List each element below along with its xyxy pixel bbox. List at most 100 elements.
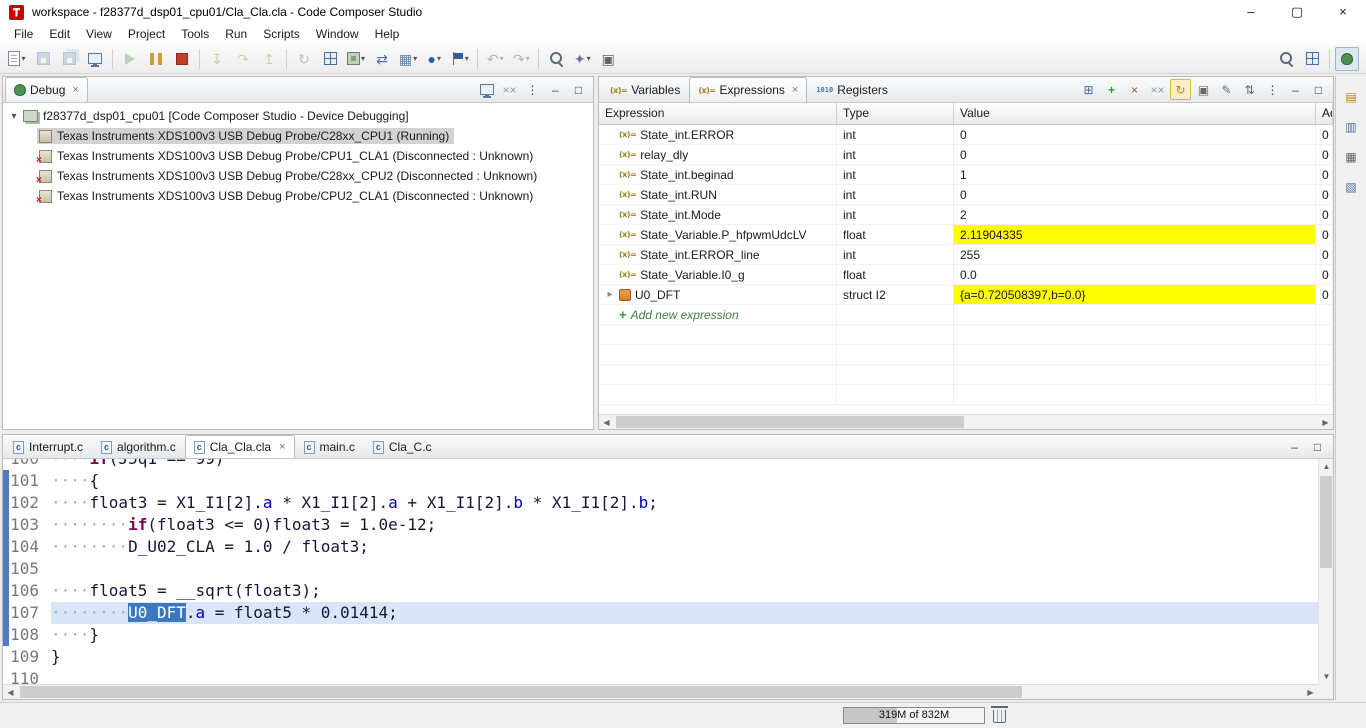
resume-button[interactable] xyxy=(118,47,142,71)
scroll-left-icon[interactable]: ◀ xyxy=(3,685,18,699)
menu-view[interactable]: View xyxy=(78,25,120,43)
code-line[interactable]: 104········D_U02_CLA = 1.0 / float3; xyxy=(3,536,1318,558)
scroll-thumb[interactable] xyxy=(1320,476,1332,568)
pin-button[interactable]: ✦▾ xyxy=(570,47,594,71)
garbage-collect-button[interactable] xyxy=(993,710,1006,723)
expression-row[interactable]: (x)=State_int.ERROR_lineint2550 xyxy=(599,245,1333,265)
window-minimize-button[interactable]: – xyxy=(1228,0,1274,24)
code-line[interactable]: 100····if(J5q1 == 99) xyxy=(3,459,1318,470)
tab-registers[interactable]: 1010Registers xyxy=(807,77,897,102)
maximize-button[interactable]: □ xyxy=(1307,436,1328,457)
connect-target-button[interactable]: ▾ xyxy=(344,47,368,71)
registers-button[interactable] xyxy=(318,47,342,71)
tab-expressions[interactable]: (x)=Expressions× xyxy=(689,77,807,102)
editor-vscrollbar[interactable]: ▲ ▼ xyxy=(1318,459,1333,684)
scroll-track[interactable] xyxy=(614,415,1318,429)
edit-watch-button[interactable]: ✎ xyxy=(1216,79,1237,100)
line-number[interactable]: 104 xyxy=(9,536,51,558)
view-menu-button[interactable]: ⋮ xyxy=(1262,79,1283,100)
debug-core-row[interactable]: Texas Instruments XDS100v3 USB Debug Pro… xyxy=(3,126,593,146)
line-number[interactable]: 109 xyxy=(9,646,51,668)
expression-row[interactable]: (x)=State_int.beginadint10 xyxy=(599,165,1333,185)
scroll-right-icon[interactable]: ▶ xyxy=(1303,685,1318,699)
line-number[interactable]: 102 xyxy=(9,492,51,514)
view-menu-button[interactable]: ⋮ xyxy=(522,79,543,100)
debug-session-row[interactable]: ▾f28377d_dsp01_cpu01 [Code Composer Stud… xyxy=(3,106,593,126)
expression-row[interactable]: ▸U0_DFTstruct I2{a=0.720508397,b=0.0}0 xyxy=(599,285,1333,305)
editor-tab-main-c[interactable]: cmain.c xyxy=(295,435,364,458)
column-header-expression[interactable]: Expression xyxy=(599,103,837,124)
close-icon[interactable]: × xyxy=(279,441,285,453)
refresh-target-button[interactable]: ⇄ xyxy=(370,47,394,71)
expander-icon[interactable]: ▾ xyxy=(7,111,21,122)
editor-tab-cla_cla-cla[interactable]: cCla_Cla.cla× xyxy=(185,435,295,458)
scroll-track[interactable] xyxy=(18,685,1303,699)
editor-tab-interrupt-c[interactable]: cInterrupt.c xyxy=(4,435,92,458)
new-button[interactable]: ▾ xyxy=(5,47,29,71)
pin-console-button[interactable] xyxy=(476,79,497,100)
maximize-button[interactable]: □ xyxy=(568,79,589,100)
undo-button[interactable]: ↶▾ xyxy=(483,47,507,71)
debug-perspective-button[interactable] xyxy=(1335,47,1359,71)
window-close-button[interactable]: × xyxy=(1320,0,1366,24)
menu-file[interactable]: File xyxy=(6,25,41,43)
code-line[interactable]: 105 xyxy=(3,558,1318,580)
open-perspective-button[interactable] xyxy=(1300,47,1324,71)
code-line[interactable]: 107········U0_DFT.a = float5 * 0.01414; xyxy=(3,602,1318,624)
scroll-thumb[interactable] xyxy=(616,416,964,428)
editor-tab-cla_c-c[interactable]: cCla_C.c xyxy=(364,435,441,458)
scroll-down-icon[interactable]: ▼ xyxy=(1319,669,1333,684)
code-lines[interactable]: 100····if(J5q1 == 99)101····{102····floa… xyxy=(3,459,1318,684)
save-all-button[interactable] xyxy=(57,47,81,71)
line-number[interactable]: 110 xyxy=(9,668,51,684)
minimized-view-4-button[interactable]: ▧ xyxy=(1341,176,1362,197)
close-icon[interactable]: × xyxy=(792,84,798,96)
menu-run[interactable]: Run xyxy=(217,25,255,43)
add-expression-row[interactable]: +Add new expression xyxy=(599,305,1333,325)
maximize-button[interactable]: □ xyxy=(1308,79,1329,100)
expander-icon[interactable]: ▸ xyxy=(605,289,615,300)
redo-button[interactable]: ↷▾ xyxy=(509,47,533,71)
import-export-button[interactable]: ⇅ xyxy=(1239,79,1260,100)
line-number[interactable]: 107 xyxy=(9,602,51,624)
minimize-button[interactable]: – xyxy=(1285,79,1306,100)
minimize-button[interactable]: – xyxy=(1284,436,1305,457)
remove-all-button[interactable]: ×× xyxy=(1147,79,1168,100)
debug-core-row[interactable]: ×Texas Instruments XDS100v3 USB Debug Pr… xyxy=(3,166,593,186)
close-icon[interactable]: × xyxy=(72,84,78,96)
code-line[interactable]: 109} xyxy=(3,646,1318,668)
refresh-button[interactable]: ↻ xyxy=(1170,79,1191,100)
menu-window[interactable]: Window xyxy=(308,25,367,43)
remove-all-terminated-button[interactable]: ×× xyxy=(499,79,520,100)
scroll-left-icon[interactable]: ◀ xyxy=(599,415,614,429)
step-over-button[interactable]: ↷ xyxy=(231,47,255,71)
expression-row[interactable]: (x)=State_Variable.P_hfpwmUdcLVfloat2.11… xyxy=(599,225,1333,245)
editor-hscrollbar[interactable]: ◀ ▶ xyxy=(3,684,1318,699)
expressions-hscrollbar[interactable]: ◀ ▶ xyxy=(599,414,1333,429)
remove-expression-button[interactable]: × xyxy=(1124,79,1145,100)
console-button[interactable] xyxy=(83,47,107,71)
menu-scripts[interactable]: Scripts xyxy=(255,25,308,43)
search-button[interactable] xyxy=(1274,47,1298,71)
column-header-type[interactable]: Type xyxy=(837,103,954,124)
code-editor[interactable]: 100····if(J5q1 == 99)101····{102····floa… xyxy=(3,459,1333,699)
menu-project[interactable]: Project xyxy=(120,25,173,43)
editor-tab-algorithm-c[interactable]: calgorithm.c xyxy=(92,435,185,458)
code-line[interactable]: 110 xyxy=(3,668,1318,684)
terminate-button[interactable] xyxy=(170,47,194,71)
debug-core-row[interactable]: ×Texas Instruments XDS100v3 USB Debug Pr… xyxy=(3,186,593,206)
breakpoint-button[interactable]: ●▾ xyxy=(422,47,446,71)
new-window-button[interactable]: ▣ xyxy=(596,47,620,71)
line-number[interactable]: 106 xyxy=(9,580,51,602)
trace-button[interactable] xyxy=(544,47,568,71)
code-line[interactable]: 103········if(float3 <= 0)float3 = 1.0e-… xyxy=(3,514,1318,536)
code-line[interactable]: 101····{ xyxy=(3,470,1318,492)
step-into-button[interactable]: ↧ xyxy=(205,47,229,71)
window-restore-button[interactable]: ▢ xyxy=(1274,0,1320,24)
expression-row[interactable]: (x)=State_int.Modeint20 xyxy=(599,205,1333,225)
line-number[interactable]: 101 xyxy=(9,470,51,492)
scroll-right-icon[interactable]: ▶ xyxy=(1318,415,1333,429)
minimized-view-3-button[interactable]: ▦ xyxy=(1341,146,1362,167)
line-number[interactable]: 105 xyxy=(9,558,51,580)
minimized-view-1-button[interactable]: ▤ xyxy=(1341,86,1362,107)
